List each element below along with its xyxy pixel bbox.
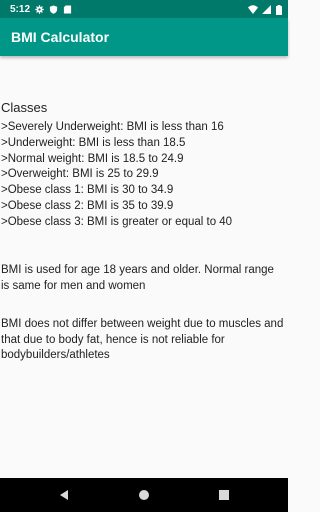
bmi-class-item: >Severely Underweight: BMI is less than … [1, 121, 224, 133]
bmi-class-item: >Underweight: BMI is less than 18.5 [1, 136, 186, 149]
battery-icon [276, 4, 282, 15]
status-left-group: 5:12 [10, 4, 72, 15]
home-button[interactable] [137, 488, 151, 502]
bmi-class-item: >Overweight: BMI is 25 to 29.9 [1, 168, 159, 181]
wifi-icon [248, 4, 258, 14]
reliability-note: BMI does not differ between weight due t… [1, 318, 284, 361]
status-bar: 5:12 [0, 0, 288, 18]
classes-heading: Classes [1, 100, 48, 115]
recents-icon [219, 490, 229, 500]
shield-icon [49, 4, 58, 14]
status-right-group [248, 4, 282, 15]
signal-icon [262, 4, 271, 14]
bmi-class-item: >Obese class 1: BMI is 30 to 34.9 [1, 184, 174, 197]
gear-icon [35, 4, 44, 14]
age-range-note: BMI is used for age 18 years and older. … [1, 264, 274, 292]
bmi-class-list: >Severely Underweight: BMI is less than … [1, 120, 232, 231]
app-title: BMI Calculator [11, 29, 110, 45]
status-time: 5:12 [10, 3, 31, 15]
bmi-class-item: >Normal weight: BMI is 18.5 to 24.9 [1, 152, 184, 165]
app-bar: BMI Calculator [0, 18, 288, 56]
back-button[interactable] [57, 488, 71, 502]
home-icon [139, 490, 149, 500]
bmi-class-item: >Obese class 2: BMI is 35 to 39.9 [1, 199, 174, 212]
back-icon [60, 490, 68, 500]
bmi-class-item: >Obese class 3: BMI is greater or equal … [1, 215, 233, 228]
sd-card-icon [63, 4, 72, 14]
navigation-bar [0, 478, 288, 512]
recents-button[interactable] [217, 488, 231, 502]
bmi-info-content: Classes >Severely Underweight: BMI is le… [0, 56, 288, 478]
